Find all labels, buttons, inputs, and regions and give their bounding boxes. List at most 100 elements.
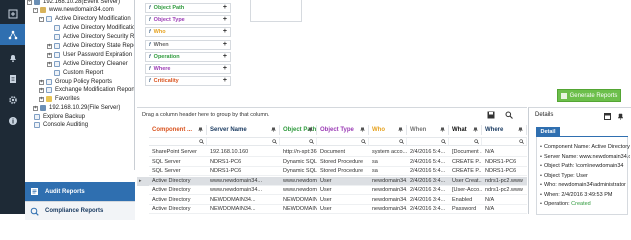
pin-icon[interactable] [617,113,624,120]
search-icon [519,139,524,144]
tree-item[interactable]: + Favorites [39,95,80,103]
add-field-icon[interactable]: + [223,65,227,73]
column-header[interactable]: Object Type [317,125,369,135]
column-header[interactable]: Object Path [280,125,317,135]
tree-item[interactable]: + Active Directory State Report [47,42,135,50]
column-header[interactable]: Where [482,125,527,135]
expand-icon[interactable]: + [47,52,52,58]
table-row[interactable]: SharePoint Server 192.168.10.160 http://n-… [137,148,527,157]
info-icon[interactable] [0,110,25,131]
column-header-label: Where [485,127,504,133]
filter-pin-icon[interactable] [198,127,203,132]
add-field-icon[interactable]: + [223,4,227,12]
expand-icon[interactable]: + [47,43,52,49]
dock-icon[interactable] [604,113,611,120]
tree-item[interactable]: - Active Directory Modification [39,15,131,23]
expand-icon[interactable]: + [39,79,44,85]
table-row[interactable]: SQL Server NDRS1-PC6 Dynamic SQL Stored Pro… [137,167,527,176]
field-item[interactable]: f Object Type + [145,15,231,25]
column-filter-input[interactable] [207,138,280,145]
field-item[interactable]: f Where + [145,64,231,74]
table-cell: www.newdomain34... [207,177,280,186]
field-item[interactable]: f Criticality + [145,76,231,86]
tree-item[interactable]: Explore Backup [27,113,85,121]
column-filter-input[interactable] [149,138,207,145]
filter-pin-icon[interactable] [398,127,403,132]
tree-item[interactable]: + Group Policy Reports [39,78,112,86]
save-icon[interactable] [487,111,495,119]
bell-icon[interactable] [0,47,25,68]
report-icon[interactable] [0,68,25,89]
expand-icon[interactable]: + [47,61,52,67]
filter-pin-icon[interactable] [271,127,276,132]
column-header[interactable]: Server Name [207,125,280,135]
detail-row: • Component Name: Active Directory [540,144,630,150]
tree-item[interactable]: Console Auditing [27,121,88,129]
table-row[interactable]: Active DirectoryNEWDOMAIN34...NEWDOMAIN3… [137,196,527,205]
filter-pin-icon[interactable] [440,127,445,132]
expand-icon[interactable]: + [33,105,38,111]
expand-icon[interactable]: + [39,96,44,102]
column-filter-input[interactable] [407,138,449,145]
tree-item[interactable]: Custom Report [47,69,103,77]
compliance-reports-button[interactable]: Compliance Reports [25,201,135,220]
generate-reports-label: Generate Reports [569,92,618,99]
audit-reports-button[interactable]: Audit Reports [25,182,135,201]
audit-reports-icon [30,187,39,196]
collapse-icon[interactable]: - [39,16,44,22]
tree-item[interactable]: +192.168.10.29(File Server) [33,104,120,112]
add-field-icon[interactable]: + [223,77,227,85]
tree-item[interactable]: - www.newdomain34.com [33,6,114,14]
report-node-icon [54,43,60,49]
tree-item-label: Active Directory State Report [63,43,135,49]
search-icon[interactable] [505,111,513,119]
column-header[interactable]: When [407,125,449,135]
table-row[interactable]: ▸ Active Directory www.newdomain34... www.n… [137,176,527,186]
table-row[interactable]: Active DirectoryNEWDOMAIN34...NEWDOMAIN3… [137,205,527,214]
field-item[interactable]: f Operation + [145,52,231,62]
expand-icon[interactable]: + [39,87,44,93]
table-cell: CREATE P... [449,167,482,176]
collapse-icon[interactable]: - [33,7,38,13]
table-cell: 2/4/2016 3:4... [407,196,449,205]
column-header[interactable]: Component ... [149,125,207,135]
column-filter-input[interactable] [482,138,527,145]
collapse-icon[interactable]: - [27,0,32,5]
tree-item[interactable]: + User Password Expiration Rep [47,51,134,59]
field-item[interactable]: f Who + [145,27,231,37]
column-header[interactable]: Who [369,125,407,135]
column-filter-input[interactable] [317,138,369,145]
tree-item[interactable]: Active Directory Modification Rep [47,24,134,32]
filter-pin-icon[interactable] [518,127,523,132]
network-icon[interactable] [0,24,25,45]
table-cell: Active Directory [149,205,207,214]
add-field-icon[interactable]: + [223,28,227,36]
field-item[interactable]: f Object Path + [145,3,231,13]
column-filter-input[interactable] [280,138,317,145]
filter-pin-icon[interactable] [360,127,365,132]
compliance-reports-icon [30,207,39,216]
table-row[interactable]: SQL Server NDRS1-PC6 Dynamic SQL Stored Pro… [137,158,527,167]
function-icon: f [149,29,151,35]
add-field-icon[interactable]: + [223,41,227,49]
tree-item[interactable]: + Exchange Modification Reports [39,86,134,94]
tab-detail[interactable]: Detail [536,127,560,136]
column-filter-input[interactable] [369,138,407,145]
audit-icon[interactable] [0,3,25,24]
gear-icon[interactable] [0,89,25,110]
column-header-label: Server Name [210,127,247,133]
tree-item[interactable]: Active Directory Security Rep [47,33,134,41]
detail-value: newdomain34\administrator [558,182,626,188]
generate-reports-button[interactable]: Generate Reports [557,89,621,102]
add-field-icon[interactable]: + [223,16,227,24]
add-field-icon[interactable]: + [223,53,227,61]
column-filter-input[interactable] [449,138,482,145]
column-header[interactable]: What [449,125,482,135]
field-item[interactable]: f When + [145,40,231,50]
table-row[interactable]: Active Directory www.newdomain34... www.ne… [137,186,527,195]
tree-item[interactable]: + Active Directory Cleaner [47,60,128,68]
filter-pin-icon[interactable] [308,127,313,132]
field-label: Who [153,29,166,35]
table-cell: User Creat... [449,177,482,186]
filter-pin-icon[interactable] [473,127,478,132]
